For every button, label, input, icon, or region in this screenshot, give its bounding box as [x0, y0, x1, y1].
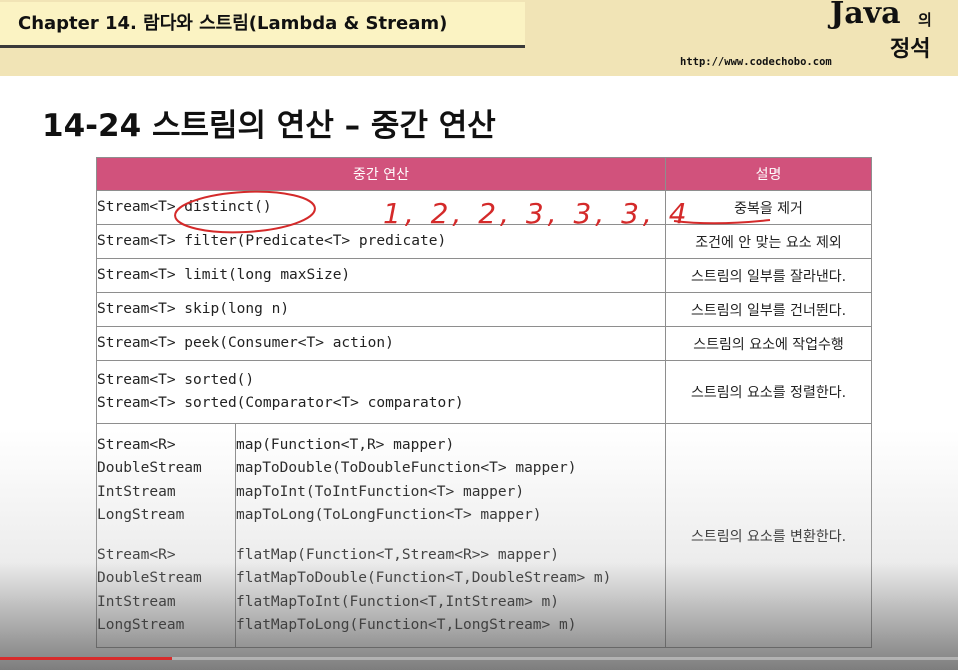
map-method: flatMap(Function<T,Stream<R>> mapper)	[236, 546, 560, 563]
op-sorted: Stream<T> sorted() Stream<T> sorted(Comp…	[95, 360, 667, 424]
operations-table: 중간 연산 설명 Stream<T> distinct() 중복을 제거 Str…	[95, 157, 873, 648]
map-type: DoubleStream	[97, 570, 202, 586]
map-type: Stream<R>	[97, 546, 176, 563]
op-sorted-2: Stream<T> sorted(Comparator<T> comparato…	[97, 395, 464, 411]
op-sorted-1: Stream<T> sorted()	[97, 371, 255, 388]
brand-ui: 의	[918, 11, 932, 29]
op-skip: Stream<T> skip(long n)	[95, 292, 667, 327]
table-row: Stream<T> limit(long maxSize) 스트림의 일부를 잘…	[95, 258, 873, 293]
op-filter: Stream<T> filter(Predicate<T> predicate)	[95, 224, 667, 259]
map-type: LongStream	[97, 617, 185, 633]
map-method: mapToLong(ToLongFunction<T> mapper)	[236, 507, 542, 523]
map-type: Stream<R>	[97, 436, 176, 453]
desc-peek: 스트림의 요소에 작업수행	[665, 326, 873, 361]
map-method: flatMapToLong(Function<T,LongStream> m)	[236, 617, 577, 633]
desc-map: 스트림의 요소를 변환한다.	[665, 423, 873, 648]
map-type: IntStream	[97, 593, 176, 610]
map-method: flatMapToInt(Function<T,IntStream> m)	[236, 593, 560, 610]
op-limit: Stream<T> limit(long maxSize)	[95, 258, 667, 293]
map-method: mapToDouble(ToDoubleFunction<T> mapper)	[236, 460, 577, 476]
table-row: Stream<R> DoubleStream IntStream LongStr…	[96, 423, 873, 648]
table-row: Stream<T> peek(Consumer<T> action) 스트림의 …	[95, 326, 873, 361]
desc-skip: 스트림의 일부를 건너뛴다.	[665, 292, 873, 327]
column-header-operation: 중간 연산	[95, 157, 667, 191]
chapter-title: Chapter 14. 람다와 스트림(Lambda & Stream)	[0, 2, 525, 48]
op-peek: Stream<T> peek(Consumer<T> action)	[95, 326, 667, 361]
desc-limit: 스트림의 일부를 잘라낸다.	[665, 258, 873, 293]
table-row: Stream<T> distinct() 중복을 제거	[95, 190, 873, 225]
table-row: Stream<T> sorted() Stream<T> sorted(Comp…	[95, 360, 873, 424]
map-type: DoubleStream	[97, 460, 202, 476]
map-methods: map(Function<T,R> mapper) mapToDouble(To…	[234, 423, 667, 648]
map-type: LongStream	[97, 507, 185, 523]
map-types: Stream<R> DoubleStream IntStream LongStr…	[96, 423, 236, 648]
video-progress-track[interactable]	[172, 657, 958, 660]
table-row: Stream<T> filter(Predicate<T> predicate)…	[95, 224, 873, 259]
map-method: mapToInt(ToIntFunction<T> mapper)	[236, 483, 525, 500]
brand-java-logo: Java	[830, 0, 901, 31]
brand-jeongseok: 정석	[890, 37, 931, 62]
map-method: map(Function<T,R> mapper)	[236, 436, 455, 453]
desc-sorted: 스트림의 요소를 정렬한다.	[665, 360, 873, 424]
map-type: IntStream	[97, 483, 176, 500]
op-distinct: Stream<T> distinct()	[95, 190, 667, 225]
column-header-description: 설명	[665, 157, 873, 191]
video-progress-played[interactable]	[0, 657, 173, 660]
desc-filter: 조건에 안 맞는 요소 제외	[665, 224, 873, 259]
desc-distinct: 중복을 제거	[665, 190, 873, 225]
slide-title: 14-24 스트림의 연산 – 중간 연산	[42, 108, 496, 144]
table-row: Stream<T> skip(long n) 스트림의 일부를 건너뛴다.	[95, 292, 873, 327]
map-method: flatMapToDouble(Function<T,DoubleStream>…	[236, 570, 612, 586]
site-url: http://www.codechobo.com	[680, 56, 832, 68]
